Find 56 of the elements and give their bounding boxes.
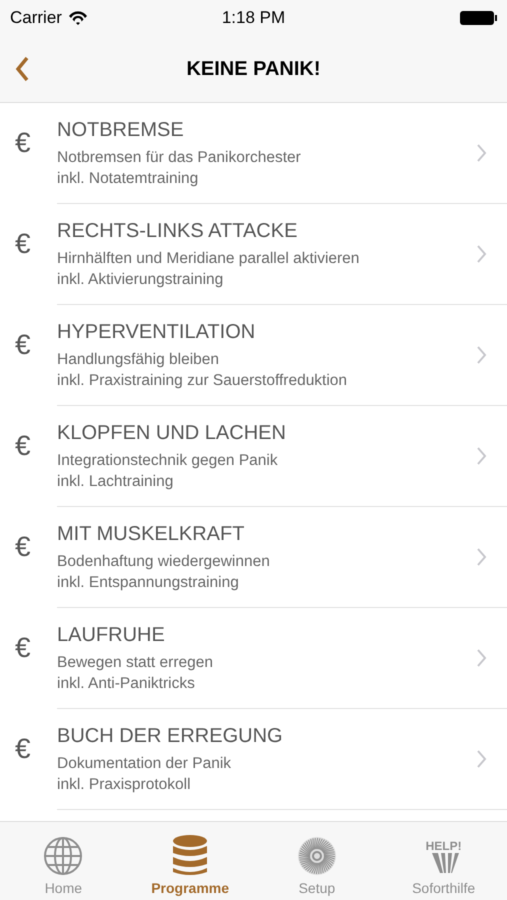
list-item[interactable]: € KLOPFEN UND LACHEN Integrationstechnik gegen Panik inkl. Lachtraining	[0, 406, 507, 507]
chevron-right-icon	[476, 446, 487, 466]
item-subtitle: inkl. Entspannungstraining	[57, 573, 240, 593]
list-item[interactable]: € HYPERVENTILATION Handlungsfähig bleiben inkl. Praxistraining zur Sauerstoffreduktion	[0, 305, 507, 406]
item-subtitle: inkl. Praxistraining zur Sauerstoffreduktion	[57, 371, 348, 391]
item-subtitle: Hirnhälften und Meridiane parallel aktivieren	[57, 249, 360, 269]
list-item[interactable]: € MIT MUSKELKRAFT Bodenhaftung wiedergewinnen inkl. Entspannungstraining	[0, 507, 507, 608]
list-item[interactable]: € NOTBREMSE Notbremsen für das Panikorchester inkl. Notatemtraining	[0, 103, 507, 204]
tab-label: Home	[44, 880, 82, 896]
euro-icon: €	[15, 127, 57, 159]
globe-icon	[43, 836, 84, 876]
item-subtitle: Dokumentation der Panik	[57, 754, 232, 774]
item-title: NOTBREMSE	[57, 119, 185, 142]
item-title: RECHTS-LINKS ATTACKE	[57, 220, 298, 243]
chevron-right-icon	[476, 345, 487, 365]
status-time: 1:18 PM	[222, 8, 286, 28]
chevron-left-icon	[14, 55, 30, 83]
item-title: LAUFRUHE	[57, 624, 166, 647]
euro-icon: €	[15, 632, 57, 664]
tab-label: Programme	[151, 880, 230, 896]
screen-title: KEINE PANIK!	[185, 58, 322, 80]
item-subtitle: inkl. Notatemtraining	[57, 169, 200, 189]
item-subtitle: inkl. Lachtraining	[57, 472, 174, 492]
chevron-right-icon	[476, 143, 487, 163]
battery-icon	[460, 11, 497, 25]
item-subtitle: inkl. Anti-Paniktricks	[57, 674, 196, 694]
wifi-icon	[68, 10, 88, 26]
item-subtitle: Notbremsen für das Panikorchester	[57, 148, 302, 168]
euro-icon: €	[15, 733, 57, 765]
carrier-label: Carrier	[10, 8, 62, 28]
list-item[interactable]: € LAUFRUHE Bewegen statt erregen inkl. Anti-Paniktricks	[0, 608, 507, 709]
help-icon-label: HELP!	[426, 839, 462, 853]
list-item[interactable]: € RECHTS-LINKS ATTACKE Hirnhälften und Meridiane parallel aktivieren inkl. Aktivierungstraining	[0, 204, 507, 305]
euro-icon: €	[15, 228, 57, 260]
tab-label: Soforthilfe	[412, 880, 476, 896]
chevron-right-icon	[476, 749, 487, 769]
list-item[interactable]: € BUCH DER ERREGUNG Dokumentation der Panik inkl. Praxisprotokoll	[0, 709, 507, 810]
euro-icon: €	[15, 531, 57, 563]
chevron-right-icon	[476, 244, 487, 264]
dial-icon	[296, 836, 337, 876]
item-title: BUCH DER ERREGUNG	[57, 725, 284, 748]
item-subtitle: Handlungsfähig bleiben	[57, 350, 220, 370]
item-title: MIT MUSKELKRAFT	[57, 523, 246, 546]
item-subtitle: Integrationstechnik gegen Panik	[57, 451, 279, 471]
chevron-right-icon	[476, 648, 487, 668]
tab-item[interactable]: Programme	[126, 822, 254, 900]
item-subtitle: inkl. Aktivierungstraining	[57, 270, 224, 290]
item-subtitle: Bewegen statt erregen	[57, 653, 214, 673]
item-title: HYPERVENTILATION	[57, 321, 256, 344]
tab-label: Setup	[298, 880, 336, 896]
item-subtitle: inkl. Praxisprotokoll	[57, 775, 192, 795]
chevron-right-icon	[476, 547, 487, 567]
euro-icon: €	[15, 430, 57, 462]
euro-icon: €	[15, 329, 57, 361]
item-title: KLOPFEN UND LACHEN	[57, 422, 287, 445]
item-subtitle: Bodenhaftung wiedergewinnen	[57, 552, 271, 572]
